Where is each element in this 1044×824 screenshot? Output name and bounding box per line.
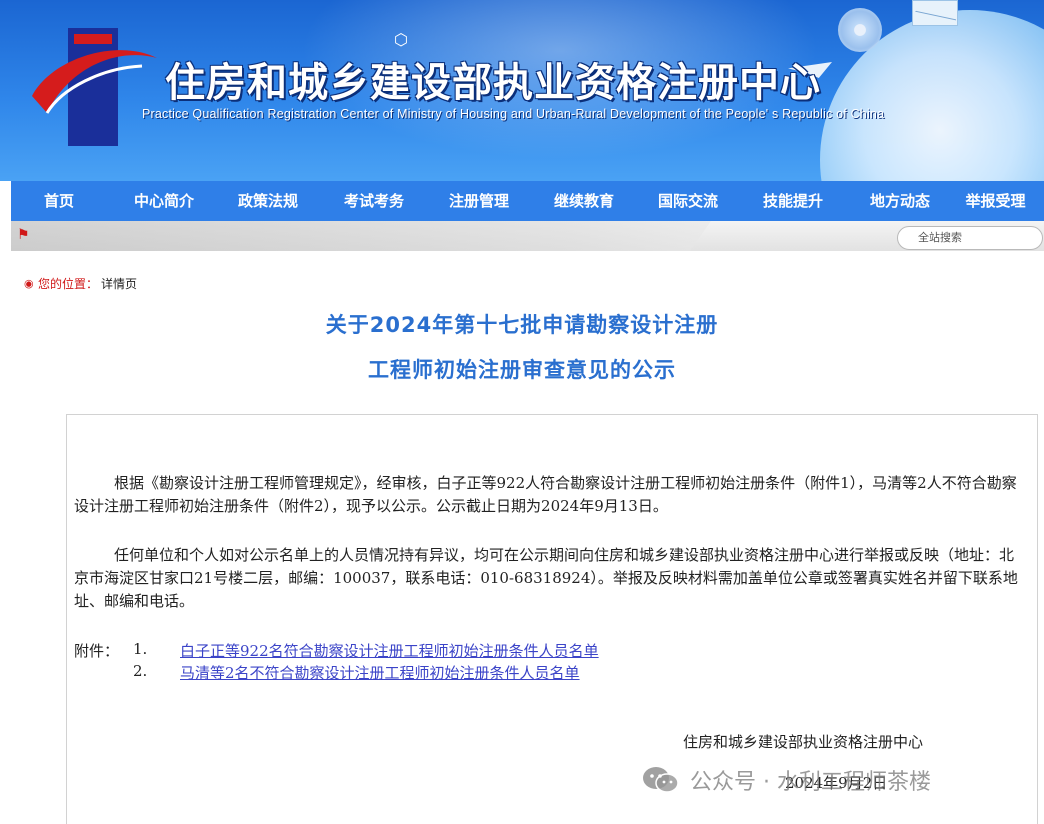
article-paragraph-1: 根据《勘察设计注册工程师管理规定》，经审核，白子正等922人符合勘察设计注册工程…	[74, 472, 1024, 518]
nav-item-exam[interactable]: 考试考务	[315, 181, 433, 221]
main-nav: 首页 中心简介 政策法规 考试考务 注册管理 继续教育 国际交流 技能提升 地方…	[11, 181, 1044, 221]
nav-item-registration[interactable]: 注册管理	[433, 181, 525, 221]
nav-item-skills[interactable]: 技能提升	[733, 181, 853, 221]
nav-item-home[interactable]: 首页	[11, 181, 107, 221]
breadcrumb-current: 详情页	[101, 277, 138, 291]
site-title-en: Practice Qualification Registration Cent…	[142, 107, 885, 121]
envelope-icon	[912, 0, 958, 26]
site-logo	[32, 28, 157, 146]
breadcrumb-label: 您的位置：	[38, 277, 99, 291]
hexagon-icon: ⬡	[394, 30, 408, 49]
paragraph-1-text: 根据《勘察设计注册工程师管理规定》，经审核，白子正等922人符合勘察设计注册工程…	[74, 474, 1017, 515]
article-title-line2: 工程师初始注册审查意见的公示	[368, 358, 676, 382]
article-title-line1: 关于2024年第十七批申请勘察设计注册	[325, 313, 719, 337]
site-title-cn: 住房和城乡建设部执业资格注册中心	[165, 59, 821, 106]
attachment-number: 1.	[133, 640, 148, 658]
nav-item-education[interactable]: 继续教育	[525, 181, 643, 221]
article-paragraph-2: 任何单位和个人如对公示名单上的人员情况持有异议，均可在公示期间向住房和城乡建设部…	[74, 544, 1019, 613]
attachment-number: 2.	[133, 662, 148, 680]
nav-item-report[interactable]: 举报受理	[947, 181, 1044, 221]
sub-bar: ⚑	[11, 221, 1044, 251]
wechat-icon	[643, 767, 679, 793]
paragraph-2-text: 任何单位和个人如对公示名单上的人员情况持有异议，均可在公示期间向住房和城乡建设部…	[74, 546, 1018, 610]
nav-item-policy[interactable]: 政策法规	[221, 181, 315, 221]
site-search-input[interactable]	[897, 226, 1043, 250]
watermark-text: 公众号 · 水利工程师茶楼	[690, 770, 931, 795]
sub-bar-strip	[11, 221, 711, 251]
wechat-watermark: 公众号 · 水利工程师茶楼	[642, 764, 931, 796]
nav-item-about[interactable]: 中心简介	[107, 181, 221, 221]
breadcrumb: ◉ 您的位置： 详情页	[24, 275, 137, 292]
signature-organization: 住房和城乡建设部执业资格注册中心	[683, 733, 924, 751]
attachment-link-2[interactable]: 马清等2名不符合勘察设计注册工程师初始注册条件人员名单	[180, 662, 580, 683]
attachments-label: 附件：	[74, 642, 120, 660]
location-pin-icon: ◉	[24, 277, 34, 290]
nav-item-local[interactable]: 地方动态	[853, 181, 947, 221]
attachment-link-1[interactable]: 白子正等922名符合勘察设计注册工程师初始注册条件人员名单	[180, 640, 599, 661]
cd-icon	[838, 8, 882, 52]
nav-item-international[interactable]: 国际交流	[643, 181, 733, 221]
site-banner: ⬡ 住房和城乡建设部执业资格注册中心 Practice Qualificatio…	[0, 0, 1044, 181]
flag-icon: ⚑	[17, 227, 30, 243]
